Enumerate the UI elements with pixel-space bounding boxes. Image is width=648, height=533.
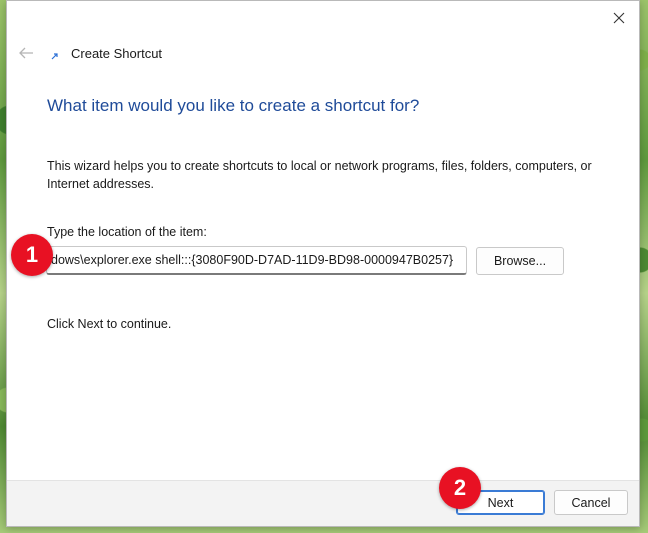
location-input[interactable] [46,246,467,275]
wizard-titlebar: Create Shortcut [13,41,162,65]
location-label: Type the location of the item: [47,225,207,239]
close-icon [613,12,625,24]
create-shortcut-window: Create Shortcut What item would you like… [6,0,640,527]
wizard-title: Create Shortcut [71,45,163,61]
callout-badge-1: 1 [11,234,53,276]
wizard-description: This wizard helps you to create shortcut… [47,159,592,191]
cancel-button[interactable]: Cancel [554,490,628,515]
callout-badge-2: 2 [439,467,481,509]
shortcut-arrow-icon [49,50,61,62]
page-heading: What item would you like to create a sho… [47,96,420,115]
browse-button[interactable]: Browse... [476,247,564,275]
back-arrow-icon [19,47,33,59]
wizard-footer: Next Cancel [7,480,639,526]
back-button[interactable] [13,41,39,65]
continue-instruction: Click Next to continue. [47,317,172,331]
close-button[interactable] [605,5,633,31]
